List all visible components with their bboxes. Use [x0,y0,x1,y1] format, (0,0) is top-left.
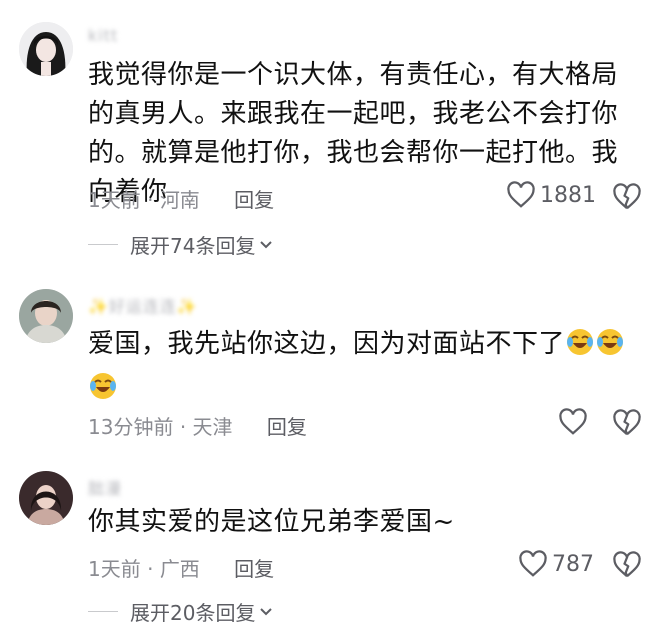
reply-button[interactable]: 回复 [234,188,274,212]
username[interactable]: kitt [88,26,118,45]
expand-replies-button[interactable]: 展开74条回复 [88,230,273,259]
like-button[interactable] [558,408,592,436]
meta-separator: · [179,415,193,439]
meta-separator: · [147,188,160,212]
like-button[interactable]: 787 [518,550,594,578]
reply-button[interactable]: 回复 [234,557,274,581]
broken-heart-icon [613,183,641,210]
comment-location: 天津 [192,415,233,439]
dislike-button[interactable] [612,551,642,583]
comment-time: 13分钟前 [88,415,174,439]
crying-laughing-emoji [88,371,118,413]
username[interactable]: 朏漫 [88,475,122,499]
expand-replies-label: 展开74条回复 [130,234,256,258]
expand-replies-label: 展开20条回复 [130,601,256,625]
divider-line [88,611,118,612]
comment-text: 你其实爱的是这位兄弟李爱国~ [88,507,455,537]
chevron-down-icon [260,240,273,248]
dislike-button[interactable] [612,409,642,441]
crying-laughing-emoji [565,327,595,369]
heart-outline-icon [559,408,587,435]
like-count: 787 [552,551,594,577]
comment-location: 河南 [159,188,200,212]
chevron-down-icon [260,607,273,615]
broken-heart-icon [613,409,641,436]
expand-replies-button[interactable]: 展开20条回复 [88,597,273,626]
comment-text-body: 爱国，我先站你这边，因为对面站不下了 [88,329,566,359]
broken-heart-icon [613,551,641,578]
comment-meta: 1天前 · 广西 回复 [88,553,274,582]
comment-meta: 13分钟前 · 天津 回复 [88,411,307,440]
heart-outline-icon [519,550,547,577]
comment-location: 广西 [159,557,200,581]
comment-time: 1天前 [88,557,141,581]
avatar[interactable] [19,22,73,76]
like-button[interactable]: 1881 [506,181,596,209]
like-count: 1881 [540,182,596,208]
username[interactable]: ✨好运连连✨ [88,293,198,317]
dislike-button[interactable] [612,183,642,215]
crying-laughing-emoji [595,327,625,369]
avatar[interactable] [19,289,73,343]
divider-line [88,244,118,245]
comment-text: 爱国，我先站你这边，因为对面站不下了 [88,325,644,413]
meta-separator: · [147,557,160,581]
avatar[interactable] [19,471,73,525]
comment-time: 1天前 [88,188,141,212]
reply-button[interactable]: 回复 [267,415,307,439]
heart-outline-icon [507,181,535,208]
comment-meta: 1天前 · 河南 回复 [88,184,274,213]
